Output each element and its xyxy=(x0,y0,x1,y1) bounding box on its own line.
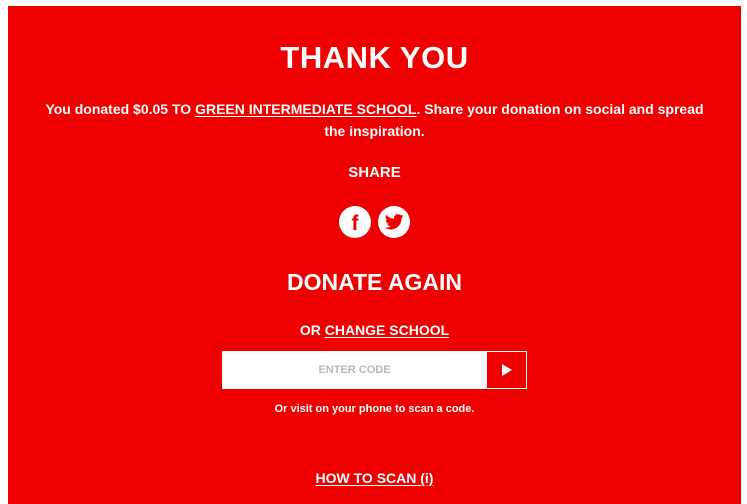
share-label: SHARE xyxy=(348,164,401,181)
change-school-link[interactable]: CHANGE SCHOOL xyxy=(325,322,449,338)
enter-code-input[interactable] xyxy=(223,352,486,388)
change-school-row: OR CHANGE SCHOOL xyxy=(8,322,741,338)
social-share-buttons: f xyxy=(8,206,741,238)
facebook-share-button[interactable]: f xyxy=(339,206,371,238)
donation-message: You donated $0.05 TO GREEN INTERMEDIATE … xyxy=(38,98,711,142)
facebook-icon: f xyxy=(351,212,359,235)
twitter-icon xyxy=(384,214,404,230)
how-to-scan-link[interactable]: HOW TO SCAN (i) xyxy=(316,470,434,486)
donate-again-heading: DONATE AGAIN xyxy=(286,269,463,295)
submit-code-button[interactable] xyxy=(486,352,526,388)
play-arrow-icon xyxy=(501,364,512,376)
how-to-scan-row: HOW TO SCAN (i) xyxy=(8,470,741,486)
code-entry-form xyxy=(222,351,527,389)
twitter-share-button[interactable] xyxy=(378,206,410,238)
or-text: OR xyxy=(299,322,325,338)
scan-hint-text: Or visit on your phone to scan a code. xyxy=(274,403,475,415)
page-title: THANK YOU xyxy=(280,40,469,75)
thank-you-panel: THANK YOU You donated $0.05 TO GREEN INT… xyxy=(8,6,741,504)
school-name-link[interactable]: GREEN INTERMEDIATE SCHOOL xyxy=(195,101,416,117)
donation-message-prefix: You donated $0.05 TO xyxy=(45,101,196,117)
